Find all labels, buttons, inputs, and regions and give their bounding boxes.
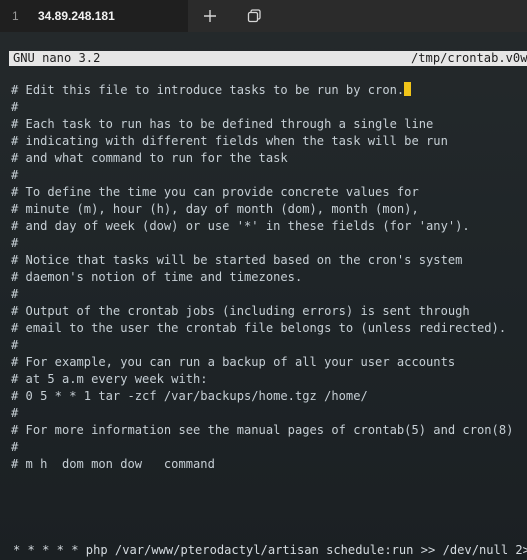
editor-line-text: # For example, you can run a backup of a… bbox=[11, 355, 456, 369]
editor-line-text: # bbox=[11, 406, 19, 420]
editor-line-text: # indicating with different fields when … bbox=[11, 134, 448, 148]
editor-line-text: # at 5 a.m every week with: bbox=[11, 372, 208, 386]
editor-line-text: # m h dom mon dow command bbox=[11, 457, 215, 471]
editor-line-text: # and day of week (dow) or use '*' in th… bbox=[11, 219, 470, 233]
crontab-editor[interactable]: # Edit this file to introduce tasks to b… bbox=[11, 82, 527, 473]
editor-line[interactable]: # bbox=[11, 167, 527, 184]
editor-line-text: # To define the time you can provide con… bbox=[11, 185, 419, 199]
editor-line[interactable]: # bbox=[11, 99, 527, 116]
editor-line-text: # Notice that tasks will be started base… bbox=[11, 253, 463, 267]
nano-version: GNU nano 3.2 bbox=[13, 51, 101, 65]
editor-line-text: # Each task to run has to be defined thr… bbox=[11, 117, 434, 131]
text-cursor bbox=[404, 82, 412, 96]
editor-line[interactable]: # and what command to run for the task bbox=[11, 150, 527, 167]
editor-line-text: # Output of the crontab jobs (including … bbox=[11, 304, 470, 318]
editor-line-text: # and what command to run for the task bbox=[11, 151, 288, 165]
editor-line[interactable]: # email to the user the crontab file bel… bbox=[11, 320, 527, 337]
editor-line-text: # For more information see the manual pa… bbox=[11, 423, 514, 437]
editor-line-text: # bbox=[11, 236, 19, 250]
editor-line[interactable]: # bbox=[11, 439, 527, 456]
editor-line[interactable]: # m h dom mon dow command bbox=[11, 456, 527, 473]
editor-line-text: # email to the user the crontab file bel… bbox=[11, 321, 507, 335]
editor-line[interactable]: # bbox=[11, 235, 527, 252]
editor-line[interactable]: # bbox=[11, 405, 527, 422]
editor-line-text: # bbox=[11, 440, 19, 454]
editor-line[interactable]: # minute (m), hour (h), day of month (do… bbox=[11, 201, 527, 218]
editor-line[interactable]: # at 5 a.m every week with: bbox=[11, 371, 527, 388]
editor-line-text: # bbox=[11, 168, 19, 182]
tab-title: 34.89.248.181 bbox=[38, 9, 115, 23]
editor-line[interactable]: # and day of week (dow) or use '*' in th… bbox=[11, 218, 527, 235]
editor-line[interactable]: # bbox=[11, 286, 527, 303]
new-tab-button[interactable] bbox=[188, 0, 232, 32]
editor-line[interactable]: # Each task to run has to be defined thr… bbox=[11, 116, 527, 133]
tab-session[interactable]: 1 34.89.248.181 bbox=[0, 0, 188, 32]
crontab-entry-line[interactable]: * * * * * php /var/www/pterodactyl/artis… bbox=[13, 542, 527, 559]
editor-line[interactable]: # For example, you can run a backup of a… bbox=[11, 354, 527, 371]
editor-line-text: # bbox=[11, 338, 19, 352]
editor-line-text: # daemon's notion of time and timezones. bbox=[11, 270, 303, 284]
nano-filename: /tmp/crontab.v0wY bbox=[411, 51, 527, 65]
editor-line[interactable]: # 0 5 * * 1 tar -zcf /var/backups/home.t… bbox=[11, 388, 527, 405]
duplicate-tab-button[interactable] bbox=[232, 0, 276, 32]
tab-index: 1 bbox=[12, 9, 19, 23]
editor-line[interactable]: # For more information see the manual pa… bbox=[11, 422, 527, 439]
editor-line[interactable]: # daemon's notion of time and timezones. bbox=[11, 269, 527, 286]
plus-icon bbox=[204, 10, 216, 22]
terminal-window[interactable]: GNU nano 3.2 /tmp/crontab.v0wY # Edit th… bbox=[0, 32, 527, 560]
nano-title-bar: GNU nano 3.2 /tmp/crontab.v0wY bbox=[9, 51, 527, 66]
editor-line[interactable]: # bbox=[11, 337, 527, 354]
copy-icon bbox=[247, 9, 261, 23]
editor-line[interactable]: # Notice that tasks will be started base… bbox=[11, 252, 527, 269]
editor-line[interactable]: # Output of the crontab jobs (including … bbox=[11, 303, 527, 320]
editor-line-text: # Edit this file to introduce tasks to b… bbox=[11, 83, 405, 97]
editor-line-text: # 0 5 * * 1 tar -zcf /var/backups/home.t… bbox=[11, 389, 368, 403]
editor-line-text: # minute (m), hour (h), day of month (do… bbox=[11, 202, 419, 216]
editor-line-text: # bbox=[11, 100, 19, 114]
editor-line[interactable]: # indicating with different fields when … bbox=[11, 133, 527, 150]
editor-line[interactable]: # To define the time you can provide con… bbox=[11, 184, 527, 201]
terminal-tab-bar: 1 34.89.248.181 bbox=[0, 0, 527, 32]
editor-line[interactable]: # Edit this file to introduce tasks to b… bbox=[11, 82, 527, 99]
editor-line-text: # bbox=[11, 287, 19, 301]
